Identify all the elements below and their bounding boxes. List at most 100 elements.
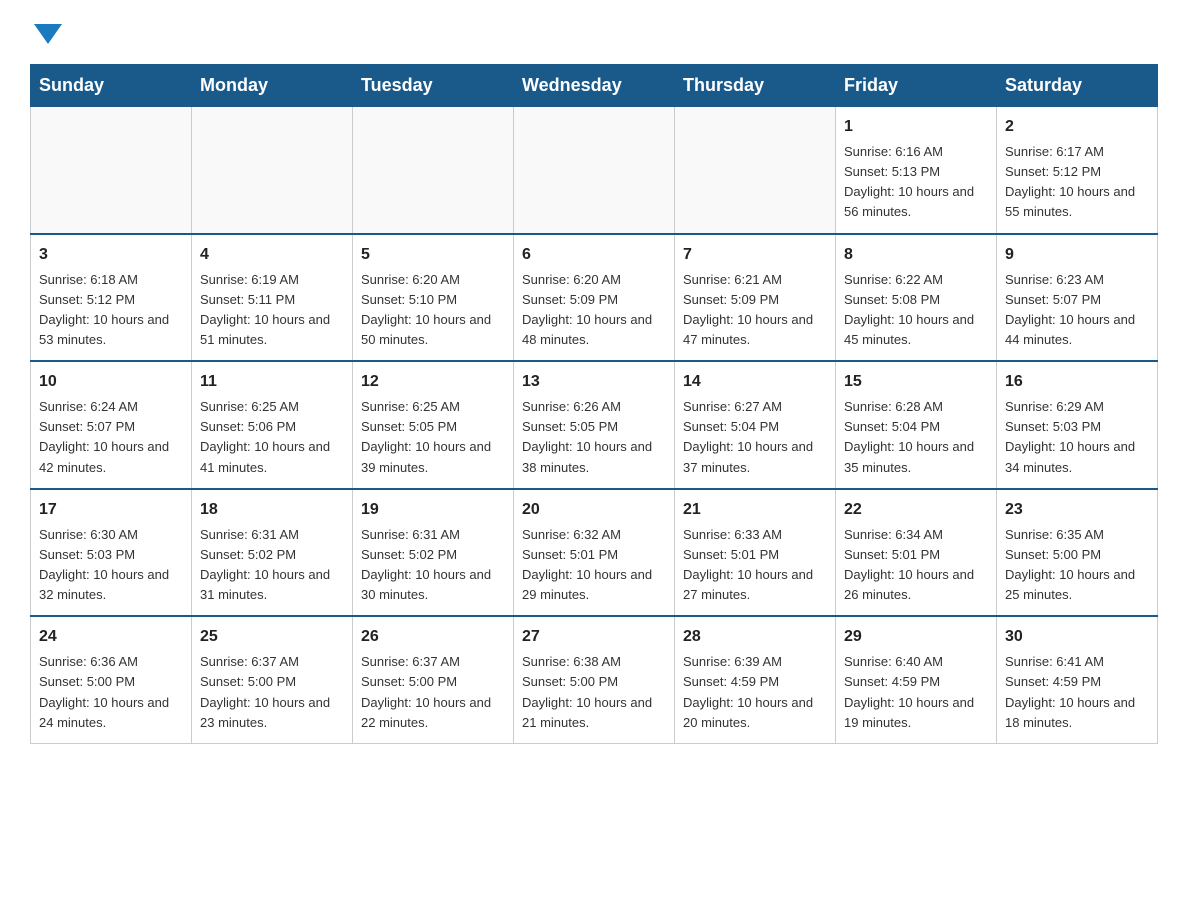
day-number: 4 [200,243,344,267]
calendar-cell: 2 Sunrise: 6:17 AM Sunset: 5:12 PM Daylig… [997,107,1158,234]
day-sun-info: Sunrise: 6:41 AM Sunset: 4:59 PM Dayligh… [1005,652,1149,733]
calendar-cell: 9 Sunrise: 6:23 AM Sunset: 5:07 PM Daylig… [997,234,1158,362]
day-sun-info: Sunrise: 6:28 AM Sunset: 5:04 PM Dayligh… [844,397,988,478]
calendar-cell: 29 Sunrise: 6:40 AM Sunset: 4:59 PM Dayli… [836,616,997,743]
day-sun-info: Sunrise: 6:16 AM Sunset: 5:13 PM Dayligh… [844,142,988,223]
day-number: 16 [1005,370,1149,394]
day-sun-info: Sunrise: 6:26 AM Sunset: 5:05 PM Dayligh… [522,397,666,478]
day-number: 18 [200,498,344,522]
day-number: 11 [200,370,344,394]
day-number: 29 [844,625,988,649]
day-number: 19 [361,498,505,522]
calendar-week-row: 24 Sunrise: 6:36 AM Sunset: 5:00 PM Dayli… [31,616,1158,743]
calendar-week-row: 17 Sunrise: 6:30 AM Sunset: 5:03 PM Dayli… [31,489,1158,617]
calendar-cell: 1 Sunrise: 6:16 AM Sunset: 5:13 PM Daylig… [836,107,997,234]
day-sun-info: Sunrise: 6:24 AM Sunset: 5:07 PM Dayligh… [39,397,183,478]
calendar-cell: 26Sunrise: 6:37 AM Sunset: 5:00 PM Dayli… [353,616,514,743]
day-number: 17 [39,498,183,522]
calendar-header-wednesday: Wednesday [514,65,675,107]
calendar-cell: 17 Sunrise: 6:30 AM Sunset: 5:03 PM Dayli… [31,489,192,617]
day-number: 8 [844,243,988,267]
calendar-header-saturday: Saturday [997,65,1158,107]
calendar-cell: 24 Sunrise: 6:36 AM Sunset: 5:00 PM Dayli… [31,616,192,743]
day-sun-info: Sunrise: 6:33 AM Sunset: 5:01 PM Dayligh… [683,525,827,606]
day-sun-info: Sunrise: 6:17 AM Sunset: 5:12 PM Dayligh… [1005,142,1149,223]
calendar-cell: 13 Sunrise: 6:26 AM Sunset: 5:05 PM Dayli… [514,361,675,489]
day-number: 13 [522,370,666,394]
day-number: 25 [200,625,344,649]
calendar-cell [31,107,192,234]
day-sun-info: Sunrise: 6:34 AM Sunset: 5:01 PM Dayligh… [844,525,988,606]
day-sun-info: Sunrise: 6:18 AM Sunset: 5:12 PM Dayligh… [39,270,183,351]
calendar-cell: 3Sunrise: 6:18 AM Sunset: 5:12 PM Daylig… [31,234,192,362]
day-sun-info: Sunrise: 6:37 AM Sunset: 5:00 PM Dayligh… [200,652,344,733]
calendar-cell: 30Sunrise: 6:41 AM Sunset: 4:59 PM Dayli… [997,616,1158,743]
day-sun-info: Sunrise: 6:29 AM Sunset: 5:03 PM Dayligh… [1005,397,1149,478]
calendar-cell: 4Sunrise: 6:19 AM Sunset: 5:11 PM Daylig… [192,234,353,362]
day-number: 1 [844,115,988,139]
calendar-cell: 5 Sunrise: 6:20 AM Sunset: 5:10 PM Daylig… [353,234,514,362]
calendar-cell: 22 Sunrise: 6:34 AM Sunset: 5:01 PM Dayli… [836,489,997,617]
calendar-cell: 20Sunrise: 6:32 AM Sunset: 5:01 PM Dayli… [514,489,675,617]
day-sun-info: Sunrise: 6:37 AM Sunset: 5:00 PM Dayligh… [361,652,505,733]
calendar-cell: 28 Sunrise: 6:39 AM Sunset: 4:59 PM Dayli… [675,616,836,743]
day-number: 7 [683,243,827,267]
day-sun-info: Sunrise: 6:25 AM Sunset: 5:06 PM Dayligh… [200,397,344,478]
calendar-cell: 23Sunrise: 6:35 AM Sunset: 5:00 PM Dayli… [997,489,1158,617]
day-sun-info: Sunrise: 6:25 AM Sunset: 5:05 PM Dayligh… [361,397,505,478]
day-number: 9 [1005,243,1149,267]
day-sun-info: Sunrise: 6:27 AM Sunset: 5:04 PM Dayligh… [683,397,827,478]
calendar-header-sunday: Sunday [31,65,192,107]
day-number: 20 [522,498,666,522]
day-number: 22 [844,498,988,522]
day-number: 14 [683,370,827,394]
calendar-cell: 12 Sunrise: 6:25 AM Sunset: 5:05 PM Dayli… [353,361,514,489]
calendar-header-tuesday: Tuesday [353,65,514,107]
calendar-cell [192,107,353,234]
day-sun-info: Sunrise: 6:40 AM Sunset: 4:59 PM Dayligh… [844,652,988,733]
calendar-cell: 14 Sunrise: 6:27 AM Sunset: 5:04 PM Dayli… [675,361,836,489]
calendar-week-row: 10 Sunrise: 6:24 AM Sunset: 5:07 PM Dayli… [31,361,1158,489]
day-sun-info: Sunrise: 6:23 AM Sunset: 5:07 PM Dayligh… [1005,270,1149,351]
day-sun-info: Sunrise: 6:36 AM Sunset: 5:00 PM Dayligh… [39,652,183,733]
calendar-cell: 11 Sunrise: 6:25 AM Sunset: 5:06 PM Dayli… [192,361,353,489]
day-number: 27 [522,625,666,649]
logo [30,20,62,44]
calendar-header-monday: Monday [192,65,353,107]
day-number: 12 [361,370,505,394]
day-sun-info: Sunrise: 6:20 AM Sunset: 5:10 PM Dayligh… [361,270,505,351]
calendar-cell: 19Sunrise: 6:31 AM Sunset: 5:02 PM Dayli… [353,489,514,617]
calendar-cell [514,107,675,234]
day-sun-info: Sunrise: 6:21 AM Sunset: 5:09 PM Dayligh… [683,270,827,351]
day-number: 6 [522,243,666,267]
calendar-week-row: 3Sunrise: 6:18 AM Sunset: 5:12 PM Daylig… [31,234,1158,362]
calendar-cell: 10 Sunrise: 6:24 AM Sunset: 5:07 PM Dayli… [31,361,192,489]
day-number: 2 [1005,115,1149,139]
logo-general-text [30,20,62,44]
calendar-cell [353,107,514,234]
day-number: 10 [39,370,183,394]
page-header [30,20,1158,44]
day-number: 28 [683,625,827,649]
day-sun-info: Sunrise: 6:30 AM Sunset: 5:03 PM Dayligh… [39,525,183,606]
calendar-header-friday: Friday [836,65,997,107]
calendar-cell: 8 Sunrise: 6:22 AM Sunset: 5:08 PM Daylig… [836,234,997,362]
day-sun-info: Sunrise: 6:31 AM Sunset: 5:02 PM Dayligh… [200,525,344,606]
logo-triangle-icon [34,24,62,44]
day-sun-info: Sunrise: 6:35 AM Sunset: 5:00 PM Dayligh… [1005,525,1149,606]
calendar-cell: 18 Sunrise: 6:31 AM Sunset: 5:02 PM Dayli… [192,489,353,617]
calendar-cell: 15Sunrise: 6:28 AM Sunset: 5:04 PM Dayli… [836,361,997,489]
calendar-cell: 21 Sunrise: 6:33 AM Sunset: 5:01 PM Dayli… [675,489,836,617]
day-number: 24 [39,625,183,649]
calendar-cell: 25 Sunrise: 6:37 AM Sunset: 5:00 PM Dayli… [192,616,353,743]
day-number: 5 [361,243,505,267]
calendar-cell: 7 Sunrise: 6:21 AM Sunset: 5:09 PM Daylig… [675,234,836,362]
calendar-cell: 27Sunrise: 6:38 AM Sunset: 5:00 PM Dayli… [514,616,675,743]
day-sun-info: Sunrise: 6:20 AM Sunset: 5:09 PM Dayligh… [522,270,666,351]
day-sun-info: Sunrise: 6:22 AM Sunset: 5:08 PM Dayligh… [844,270,988,351]
calendar-cell: 16 Sunrise: 6:29 AM Sunset: 5:03 PM Dayli… [997,361,1158,489]
calendar-header-row: SundayMondayTuesdayWednesdayThursdayFrid… [31,65,1158,107]
calendar-cell [675,107,836,234]
day-number: 21 [683,498,827,522]
day-sun-info: Sunrise: 6:39 AM Sunset: 4:59 PM Dayligh… [683,652,827,733]
